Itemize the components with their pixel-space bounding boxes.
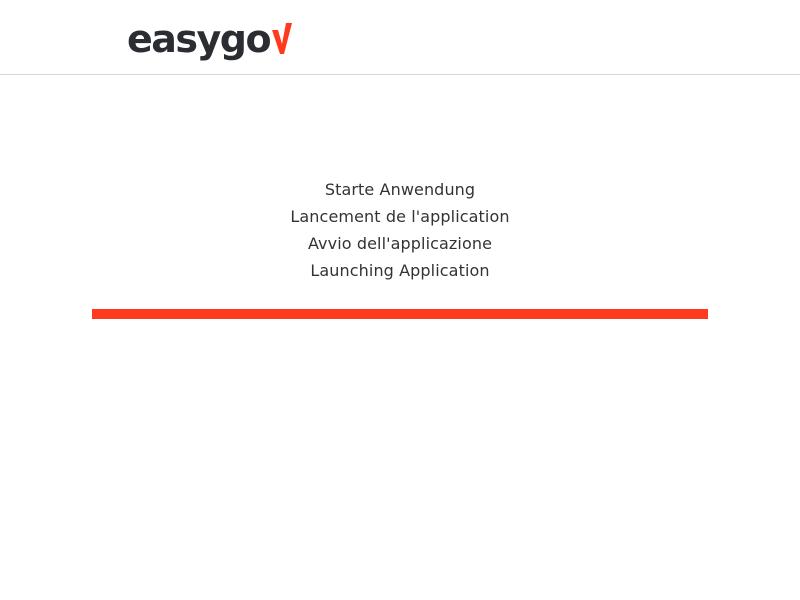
header: easygo: [0, 0, 800, 75]
launch-progress-fill: [92, 309, 708, 319]
easygov-logo: easygo: [127, 14, 293, 58]
message-fr: Lancement de l'application: [290, 207, 510, 226]
launch-progress-bar: [92, 309, 708, 319]
logo-text: easygo: [127, 17, 272, 61]
check-v-icon: [272, 23, 293, 54]
launch-messages: Starte Anwendung Lancement de l'applicat…: [0, 176, 800, 284]
message-it: Avvio dell'applicazione: [307, 234, 493, 253]
page: easygo Starte Anwendung Lancement de l'a…: [0, 0, 800, 600]
message-en: Launching Application: [310, 261, 490, 280]
message-de: Starte Anwendung: [324, 180, 476, 199]
